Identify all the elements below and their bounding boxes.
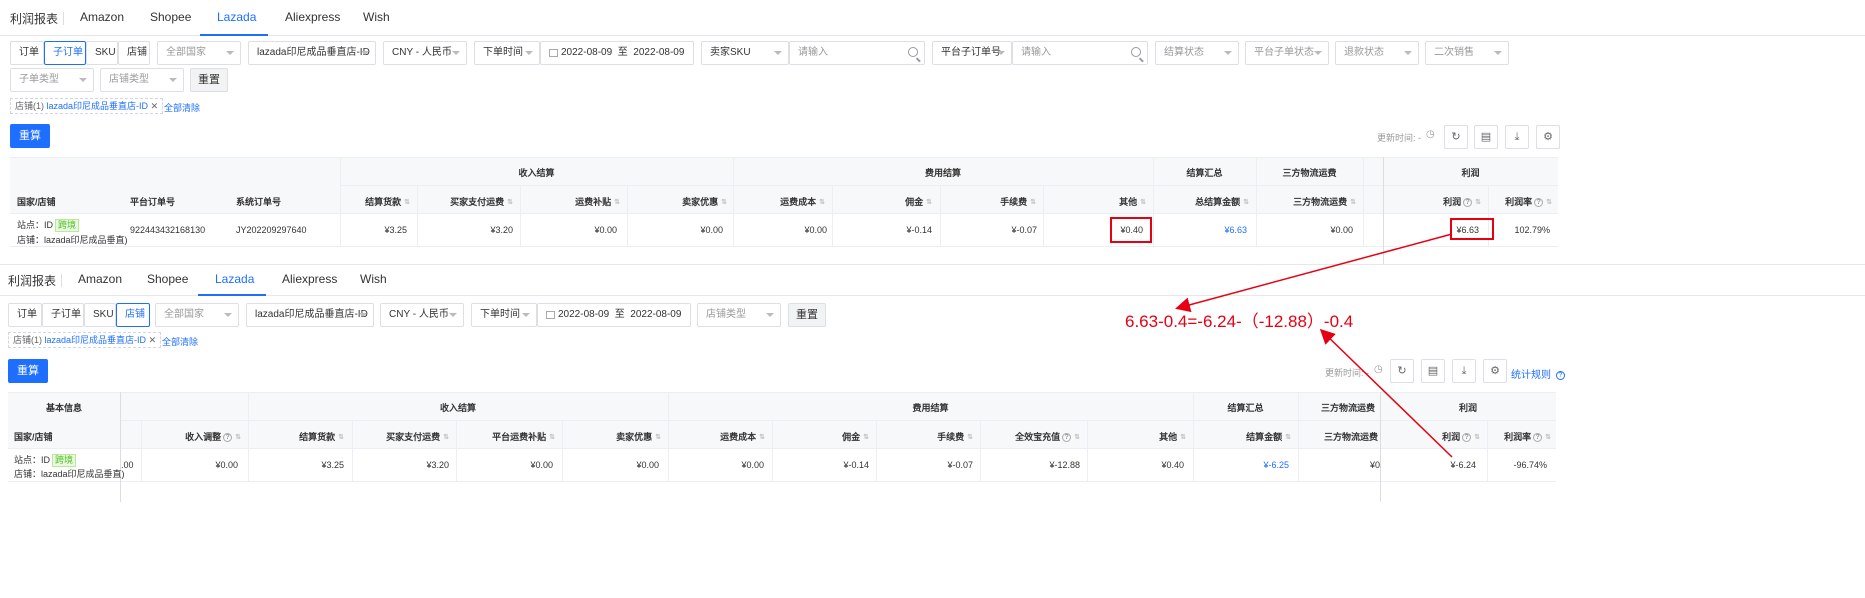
arrow-profit-to-formula (1175, 233, 1453, 313)
arrow-formula-from-bottom-profit (1319, 328, 1453, 458)
annotation-arrows (1175, 233, 1453, 458)
